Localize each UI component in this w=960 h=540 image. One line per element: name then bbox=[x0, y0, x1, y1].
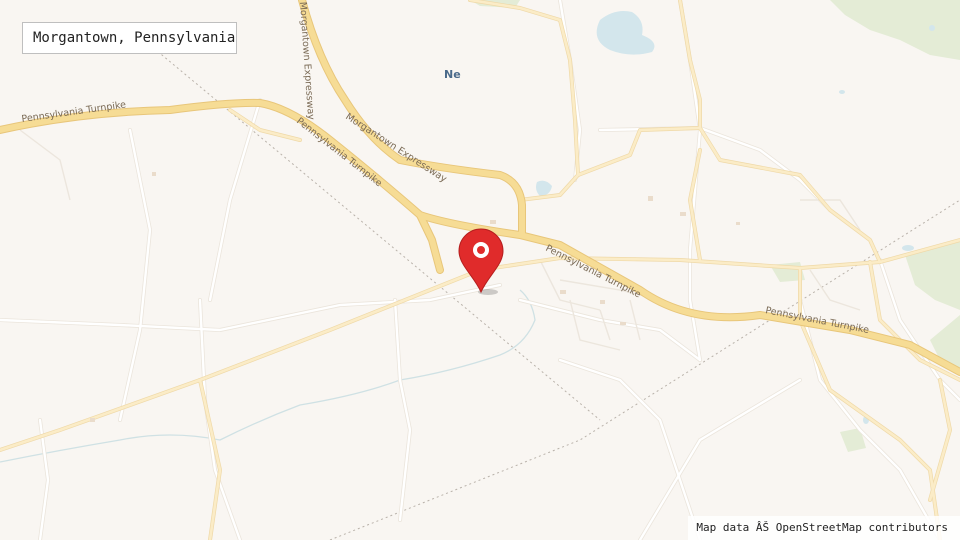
location-title: Morgantown, Pennsylvania bbox=[33, 30, 236, 46]
map-canvas[interactable]: Pennsylvania Turnpike Pennsylvania Turnp… bbox=[0, 0, 960, 540]
location-title-box: Morgantown, Pennsylvania bbox=[22, 22, 237, 54]
place-label: Ne bbox=[444, 68, 461, 81]
marker-center-dot bbox=[477, 246, 485, 254]
map-attribution[interactable]: Map data ÂŠ OpenStreetMap contributors bbox=[688, 516, 960, 540]
attribution-text: Map data ÂŠ OpenStreetMap contributors bbox=[696, 521, 948, 534]
